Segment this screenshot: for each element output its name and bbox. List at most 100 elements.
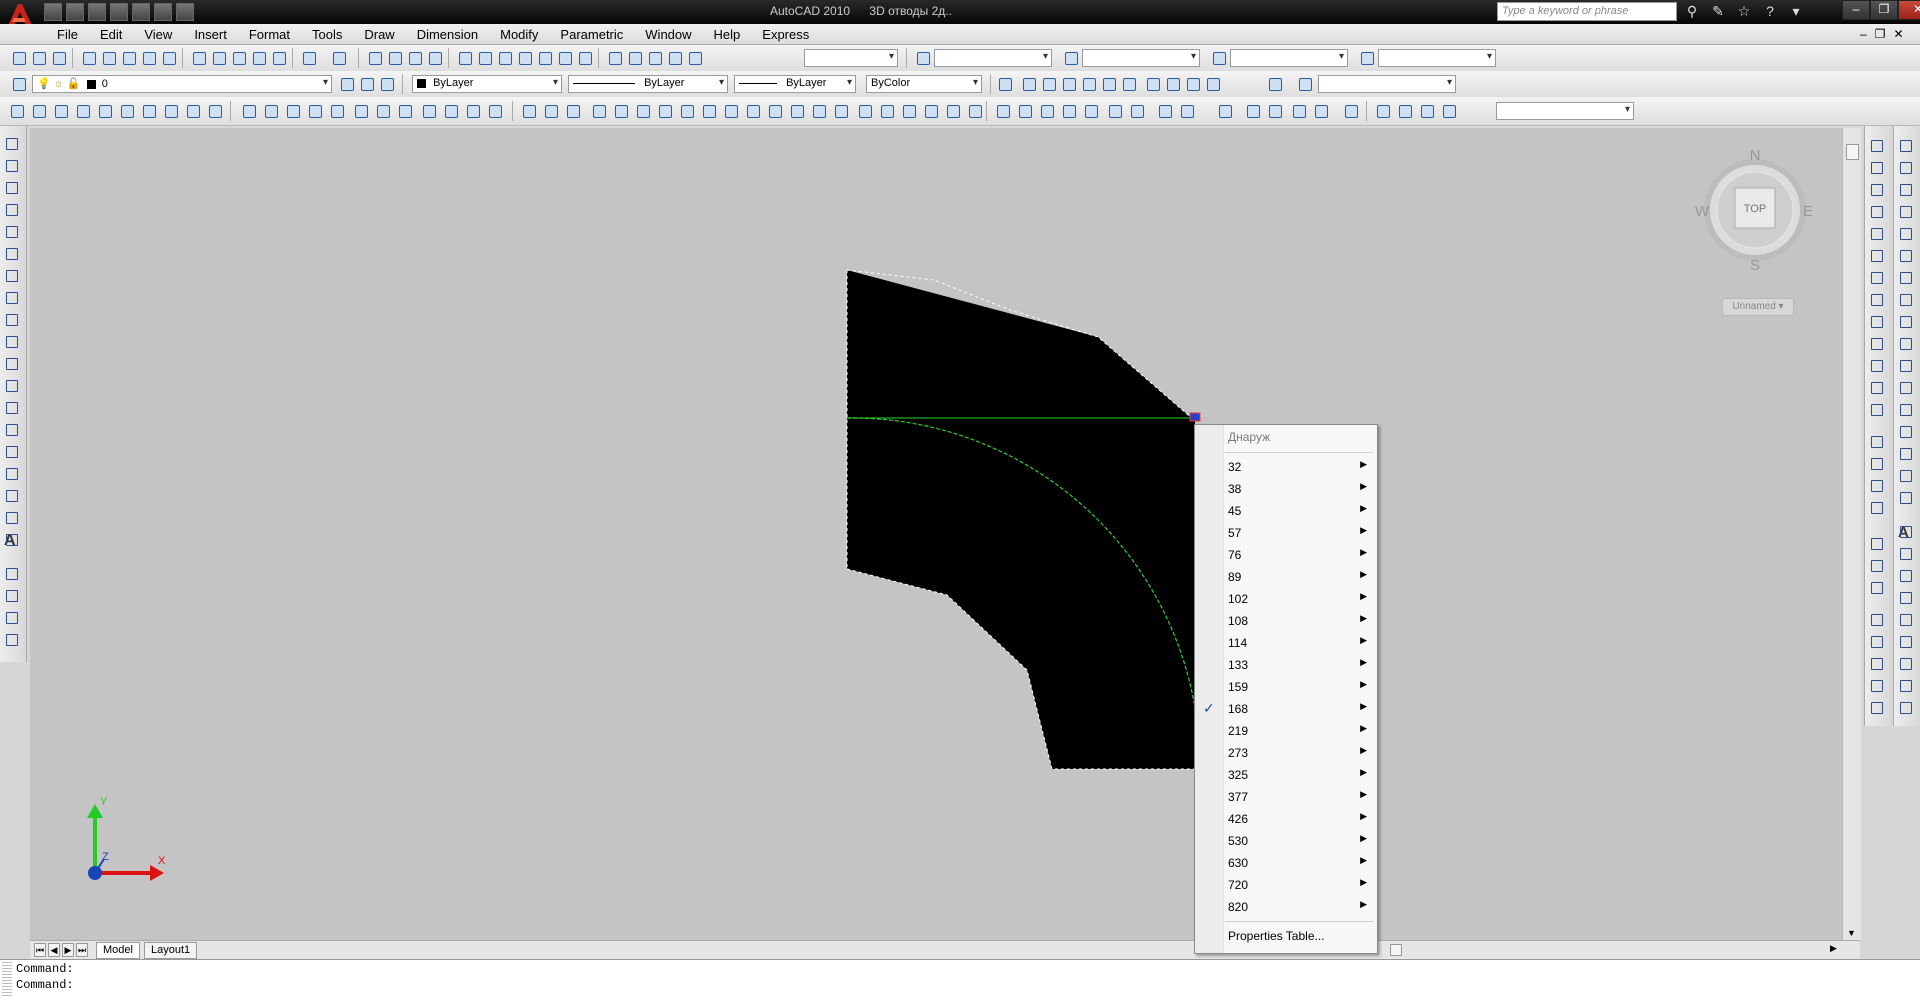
circle-icon[interactable] [4,268,20,284]
lookup-item-45[interactable]: 45 ▶ [1195,500,1377,522]
ordinate-dim-icon[interactable] [1869,204,1885,220]
3d-pan-icon[interactable] [1418,102,1436,120]
layer-previous-icon[interactable] [358,75,376,93]
angular-dim-icon[interactable] [1869,292,1885,308]
fillet-icon[interactable] [1898,468,1914,484]
lookup-item-38[interactable]: 38 ▶ [1195,478,1377,500]
scale-icon[interactable] [1898,292,1914,308]
menu-help[interactable]: Help [703,26,752,43]
mirror-icon[interactable] [1898,182,1914,198]
zoom-object-icon[interactable] [1128,102,1146,120]
pyramid-icon[interactable] [162,102,180,120]
multileader-style-icon[interactable] [1358,49,1376,67]
color-control-dropdown[interactable]: ByLayer [412,75,562,93]
copy-object-icon[interactable] [1898,160,1914,176]
lookup-item-530[interactable]: 530 ▶ [1195,830,1377,852]
lookup-item-76[interactable]: 76 ▶ [1195,544,1377,566]
hscroll-thumb[interactable] [1390,944,1402,956]
top-view-icon[interactable] [1020,75,1038,93]
3d-array-icon[interactable] [486,102,504,120]
erase-icon[interactable] [1898,138,1914,154]
zoom-previous-tb-icon[interactable] [1016,102,1034,120]
dim-break-icon[interactable] [1869,402,1885,418]
paste-icon[interactable] [230,49,248,67]
multileader-style-dropdown[interactable] [1378,49,1496,67]
rectangle-icon[interactable] [4,224,20,240]
torus-icon[interactable] [140,102,158,120]
revolve-icon[interactable] [306,102,324,120]
solidedit-clean-icon[interactable] [766,102,784,120]
tool-palettes-icon[interactable] [496,49,514,67]
solidedit-extrude-faces-icon[interactable] [520,102,538,120]
visual-style-manager-icon[interactable] [1342,102,1360,120]
3d-align-icon[interactable] [464,102,482,120]
lookup-item-89[interactable]: 89 ▶ [1195,566,1377,588]
arc-icon[interactable] [4,246,20,262]
solidedit-delete-faces-icon[interactable] [590,102,608,120]
subtract-icon[interactable] [374,102,392,120]
properties-table-item[interactable]: Properties Table... [1195,925,1377,947]
pan-icon[interactable] [366,49,384,67]
menu-draw[interactable]: Draw [353,26,405,43]
block-authoring-icon[interactable] [4,566,20,582]
baseline-dim-icon[interactable] [1869,336,1885,352]
menu-insert[interactable]: Insert [183,26,238,43]
command-line-grip[interactable] [2,962,12,998]
zoom-realtime-icon[interactable] [386,49,404,67]
solidedit-offset-faces-icon[interactable] [564,102,582,120]
undo-icon[interactable] [110,3,128,21]
point-icon[interactable] [4,422,20,438]
extend-icon[interactable] [1898,358,1914,374]
convert-space-text-icon[interactable] [1898,700,1914,716]
solidedit-taper-faces-icon[interactable] [634,102,652,120]
continue-dim-icon[interactable] [1869,358,1885,374]
tab-layout1[interactable]: Layout1 [144,942,198,959]
xref-bind-icon[interactable] [1869,656,1885,672]
lookup-item-426[interactable]: 426 ▶ [1195,808,1377,830]
move-icon[interactable] [1898,248,1914,264]
line-icon[interactable] [4,136,20,152]
publish-icon[interactable] [120,49,138,67]
lookup-context-menu[interactable]: Днаруж 32 ▶ 38 ▶ 45 ▶ 57 ▶ 76 ▶ 89 ▶ 102 ▶ 108 ▶ 114 ▶ 133… [1194,424,1378,954]
text-style-icon[interactable] [914,49,932,67]
ellipse-icon[interactable] [4,334,20,350]
next-tab-icon[interactable]: ▶ [62,943,74,957]
menu-file[interactable]: File [46,26,89,43]
aligned-dim-icon[interactable] [1869,160,1885,176]
workspace-dropdown[interactable] [1496,102,1634,120]
dim-space-icon[interactable] [1869,380,1885,396]
cylinder-icon[interactable] [118,102,136,120]
restore-button[interactable]: ❐ [1870,0,1898,20]
polysolid-icon[interactable] [8,102,26,120]
named-views-dropdown[interactable] [1318,75,1456,93]
table-style-icon[interactable] [1210,49,1228,67]
bottom-view-icon[interactable] [1040,75,1058,93]
menu-tools[interactable]: Tools [301,26,353,43]
solidedit-imprint-icon[interactable] [744,102,762,120]
arc-length-dim-icon[interactable] [1869,182,1885,198]
scroll-thumb[interactable] [1846,144,1859,160]
minimize-button[interactable]: – [1842,0,1870,20]
left-view-icon[interactable] [1060,75,1078,93]
thicken-icon[interactable] [878,102,896,120]
lookup-item-720[interactable]: 720 ▶ [1195,874,1377,896]
etransmit-icon[interactable] [160,49,178,67]
plot-preview-icon[interactable] [100,49,118,67]
text-style-dropdown[interactable] [934,49,1052,67]
lookup-item-630[interactable]: 630 ▶ [1195,852,1377,874]
help-icon[interactable]: ? [1760,2,1780,21]
break-icon[interactable] [1898,402,1914,418]
intersect-icon[interactable] [396,102,414,120]
union-icon[interactable] [352,102,370,120]
convert-to-surface-icon[interactable] [922,102,940,120]
menu-edit[interactable]: Edit [89,26,133,43]
menu-dimension[interactable]: Dimension [406,26,489,43]
visual-style-3d-hidden-icon[interactable] [1244,102,1262,120]
lookup-item-159[interactable]: 159 ▶ [1195,676,1377,698]
xref-clip-icon[interactable] [1869,634,1885,650]
close-button[interactable]: ✕ [1898,0,1920,20]
solidedit-color-edges-icon[interactable] [722,102,740,120]
break-at-point-icon[interactable] [1898,380,1914,396]
3d-zoom-icon[interactable] [1396,102,1414,120]
lookup-item-168[interactable]: ✓ 168 ▶ [1195,698,1377,720]
